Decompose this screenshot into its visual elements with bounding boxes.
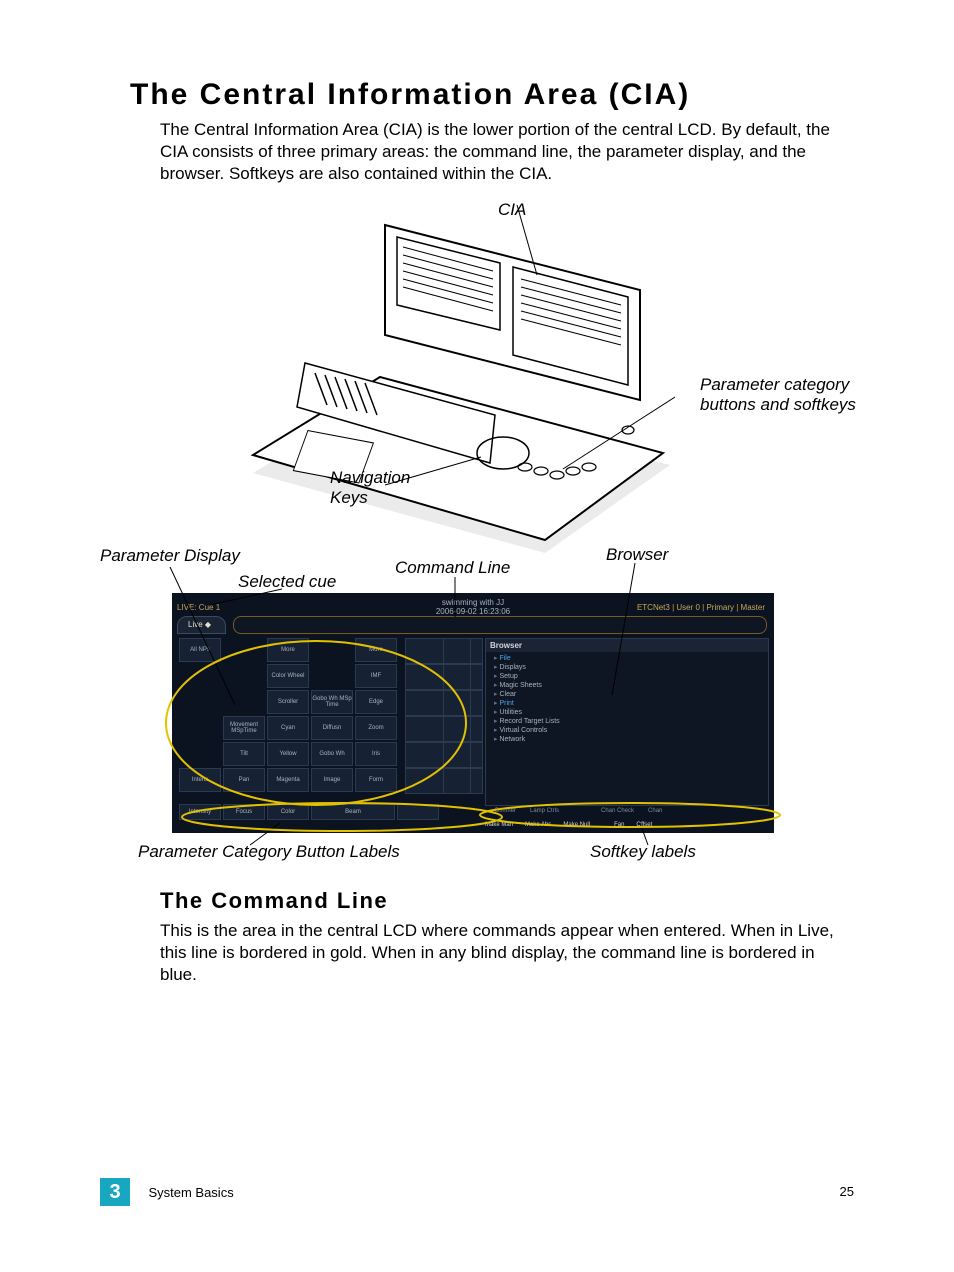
category-button[interactable]: Beam [311,804,395,820]
browser-item[interactable]: Magic Sheets [494,681,768,689]
param-cell[interactable]: Iris [355,742,397,766]
parameter-category-row: IntensityFocusColorBeam [179,804,439,820]
softkey-label-top: Lamp Ctrls [530,808,559,814]
softkey-label[interactable]: Make Man [485,822,513,828]
param-cell[interactable]: Gobo Wh [311,742,353,766]
softkey-label[interactable]: Offset [636,822,652,828]
param-cell[interactable]: IMF [355,664,397,688]
callout-param-buttons: Parameter category buttons and softkeys [700,375,870,415]
command-line-paragraph: This is the area in the central LCD wher… [160,920,850,986]
category-button[interactable]: Focus [223,804,265,820]
param-cell[interactable]: Color Wheel [267,664,309,688]
callout-softkey-labels: Softkey labels [590,842,696,862]
callout-param-display: Parameter Display [100,546,240,566]
browser-item[interactable]: Clear [494,690,768,698]
param-cell[interactable]: Diffusn [311,716,353,740]
intro-paragraph: The Central Information Area (CIA) is th… [160,119,850,185]
callout-browser: Browser [606,545,668,565]
param-cell-empty [223,638,265,662]
browser-title: Browser [486,639,768,652]
softkey-label-top: Dimmer [495,808,516,814]
param-cell[interactable]: Tilt [223,742,265,766]
browser-item[interactable]: Record Target Lists [494,717,768,725]
param-cell-empty [179,716,221,740]
param-cell[interactable]: Cyan [267,716,309,740]
param-cell[interactable]: Form [355,768,397,792]
category-button[interactable]: Color [267,804,309,820]
param-cell[interactable]: Edge [355,690,397,714]
callout-selected-cue: Selected cue [238,572,336,592]
param-cell[interactable]: Zoom [355,716,397,740]
param-cell-empty [179,690,221,714]
param-cell[interactable]: Image [311,768,353,792]
param-cell-empty [223,690,265,714]
browser-item[interactable]: Print [494,699,768,707]
page-footer: 3 System Basics 25 [100,1178,854,1206]
category-button [397,804,439,820]
cia-screenshot: LIVE: Cue 1 swimming with JJ 2006-09-02 … [172,593,774,833]
console-illustration [245,205,675,565]
param-cell[interactable]: Pan [223,768,265,792]
param-cell[interactable]: Yellow [267,742,309,766]
browser-item[interactable]: Virtual Controls [494,726,768,734]
page-title: The Central Information Area (CIA) [130,78,690,112]
show-timestamp: 2006-09-02 16:23:06 [436,607,510,616]
browser-item[interactable]: Utilities [494,708,768,716]
browser-list: FileDisplaysSetupMagic SheetsClearPrintU… [486,654,768,743]
callout-command-line: Command Line [395,558,510,578]
softkey-row: Dimmer Lamp Ctrls Chan Check Chan Make Man M… [485,808,769,828]
param-cell[interactable]: More [267,638,309,662]
param-cell-empty [311,664,353,688]
param-cell[interactable]: Gobo Wh MSp Time [311,690,353,714]
callout-nav-keys: Navigation Keys [330,468,430,508]
softkey-label-top: Chan [648,808,662,814]
browser-item[interactable]: Network [494,735,768,743]
footer-page-number: 25 [840,1184,854,1199]
param-cell[interactable]: Movement MSpTime [223,716,265,740]
command-line-input[interactable] [233,616,767,634]
param-cell[interactable]: Scroller [267,690,309,714]
param-cell[interactable]: All NPs [179,638,221,662]
category-button[interactable]: Intensity [179,804,221,820]
param-cell-empty [179,742,221,766]
param-cell-empty [223,664,265,688]
browser-item[interactable]: File [494,654,768,662]
spare-column-2 [443,638,471,792]
network-status: ETCNet3 | User 0 | Primary | Master [637,603,765,612]
browser-pane: Browser FileDisplaysSetupMagic SheetsCle… [485,638,769,806]
param-cell[interactable]: Intens [179,768,221,792]
footer-section-name: System Basics [148,1185,233,1200]
show-name: swimming with JJ [442,598,504,607]
callout-param-cat-labels: Parameter Category Button Labels [138,842,400,862]
browser-item[interactable]: Displays [494,663,768,671]
param-cell-empty [179,664,221,688]
live-tab[interactable]: Live ◆ [177,616,226,634]
callout-cia: CIA [498,200,526,220]
section-heading: The Command Line [160,888,388,914]
param-cell[interactable]: More [355,638,397,662]
browser-item[interactable]: Setup [494,672,768,680]
softkey-label-top: Chan Check [601,808,634,814]
param-cell-empty [311,638,353,662]
param-cell[interactable]: Magenta [267,768,309,792]
softkey-label[interactable]: Fan [614,822,624,828]
softkey-label[interactable]: Make Abs [525,822,551,828]
softkey-label[interactable]: Make Null [563,822,590,828]
chapter-badge: 3 [100,1178,130,1206]
